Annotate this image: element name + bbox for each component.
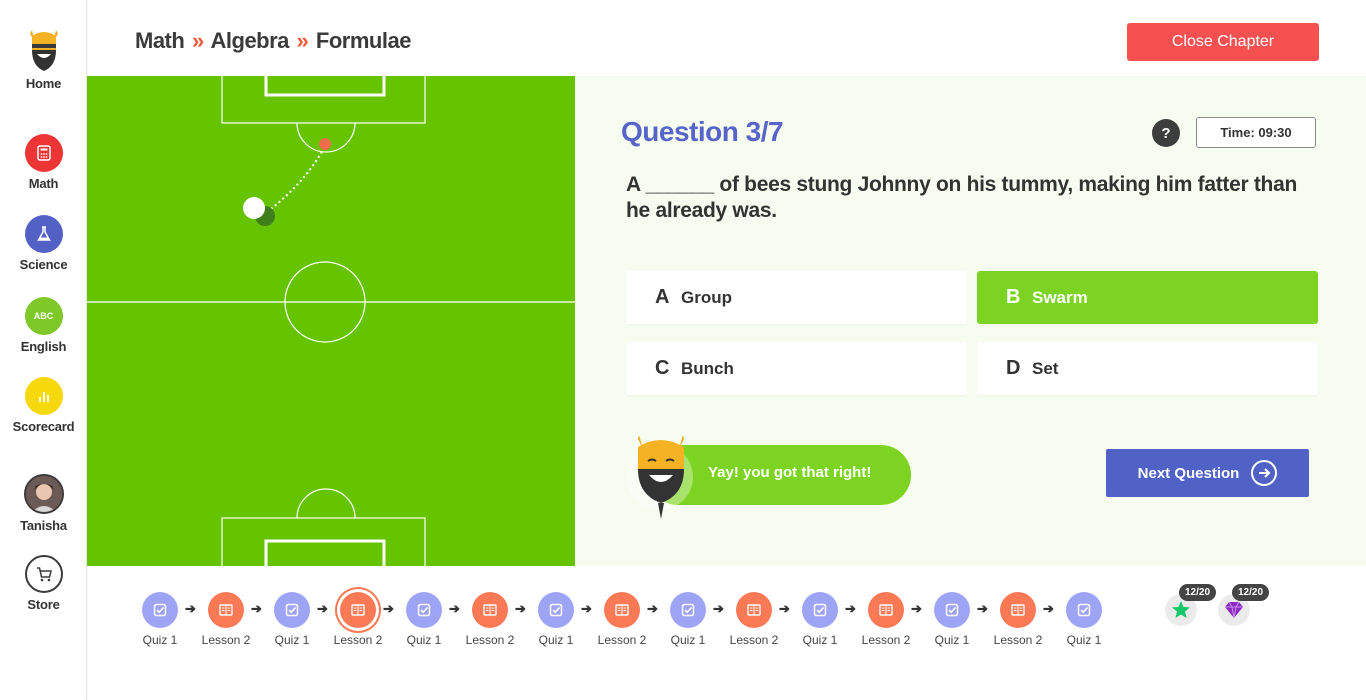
option-label: Group <box>681 287 732 307</box>
cart-icon <box>24 555 63 593</box>
breadcrumb-item: Formulae <box>315 28 412 53</box>
gem-count-badge: 12/20 <box>1232 584 1270 601</box>
field-markings <box>87 76 575 566</box>
feedback-text: Yay! you got that right! <box>708 464 872 481</box>
progress-step-label: Quiz 1 <box>670 633 706 647</box>
option-b[interactable]: B Swarm <box>977 271 1318 324</box>
progress-step-label: Quiz 1 <box>1066 633 1102 647</box>
star-count-badge: 12/20 <box>1179 584 1217 601</box>
question-panel: Question 3/7 ? Time: 09:30 A ______ of b… <box>575 76 1366 566</box>
progress-step-label: Lesson 2 <box>201 633 251 647</box>
progress-step-label: Lesson 2 <box>861 633 911 647</box>
ball <box>243 197 265 219</box>
football-field <box>87 76 575 566</box>
progress-step-label: Lesson 2 <box>993 633 1043 647</box>
option-label: Bunch <box>681 358 734 378</box>
sidebar-item-english[interactable]: ABC English <box>0 297 87 354</box>
progress-step-label: Quiz 1 <box>406 633 442 647</box>
abc-icon: ABC <box>24 297 63 335</box>
quiz-check-icon[interactable] <box>670 592 706 628</box>
calculator-icon <box>24 134 63 172</box>
sidebar-item-profile[interactable]: Tanisha <box>0 474 87 533</box>
mascot-logo-icon <box>29 30 58 71</box>
chapter-progress: Quiz 1 ➔ Lesson 2 ➔ Quiz 1 ➔ Lesson 2 ➔ Quiz 1 ➔ L… <box>88 566 1366 700</box>
breadcrumb-item[interactable]: Math <box>135 28 185 53</box>
progress-step-label: Quiz 1 <box>274 633 310 647</box>
star-icon <box>1172 601 1190 618</box>
progress-step-label: Lesson 2 <box>333 633 383 647</box>
breadcrumb-separator: » <box>191 28 204 53</box>
quiz-check-icon[interactable] <box>1066 592 1102 628</box>
option-letter: D <box>1006 357 1021 379</box>
option-label: Set <box>1032 358 1059 378</box>
breadcrumb-item[interactable]: Algebra <box>211 28 290 53</box>
help-button[interactable]: ? <box>1152 119 1180 147</box>
next-question-button[interactable]: Next Question <box>1106 449 1309 497</box>
next-question-label: Next Question <box>1137 464 1240 482</box>
lesson-book-icon[interactable] <box>1000 592 1036 628</box>
breadcrumb: Math » Algebra » Formulae <box>135 28 411 54</box>
header: Math » Algebra » Formulae Close Chapter <box>88 0 1366 76</box>
sidebar: Home Math Science ABC English Scorecard <box>0 0 87 700</box>
progress-step-label: Lesson 2 <box>465 633 515 647</box>
option-letter: A <box>655 286 670 308</box>
sidebar-item-scorecard[interactable]: Scorecard <box>0 377 87 434</box>
progress-step-label: Quiz 1 <box>802 633 838 647</box>
sidebar-item-store[interactable]: Store <box>0 555 87 612</box>
option-letter: B <box>1006 286 1021 308</box>
lesson-book-icon[interactable] <box>604 592 640 628</box>
lesson-book-icon[interactable] <box>340 592 376 628</box>
mascot-icon <box>627 435 693 519</box>
close-chapter-button[interactable]: Close Chapter <box>1127 23 1319 61</box>
sidebar-item-label: Tanisha <box>20 518 67 533</box>
timer: Time: 09:30 <box>1196 117 1316 148</box>
sidebar-item-label: Home <box>25 76 62 91</box>
lesson-book-icon[interactable] <box>736 592 772 628</box>
quiz-check-icon[interactable] <box>274 592 310 628</box>
lesson-book-icon[interactable] <box>868 592 904 628</box>
option-d[interactable]: D Set <box>977 342 1318 395</box>
sidebar-item-math[interactable]: Math <box>0 134 87 191</box>
lesson-book-icon[interactable] <box>208 592 244 628</box>
quiz-check-icon[interactable] <box>802 592 838 628</box>
progress-step-quiz[interactable]: Quiz 1 <box>1049 592 1119 647</box>
progress-step-label: Quiz 1 <box>934 633 970 647</box>
arrow-right-icon <box>1251 460 1278 486</box>
lesson-book-icon[interactable] <box>472 592 508 628</box>
sidebar-item-label: English <box>20 339 67 354</box>
sidebar-item-science[interactable]: Science <box>0 215 87 272</box>
flask-icon <box>24 215 63 253</box>
sidebar-item-label: Math <box>28 176 59 191</box>
target-dot <box>319 138 331 150</box>
sidebar-item-label: Science <box>19 257 68 272</box>
gem-icon <box>1225 601 1243 619</box>
quiz-check-icon[interactable] <box>538 592 574 628</box>
question-title: Question 3/7 <box>621 116 784 147</box>
sidebar-item-home[interactable]: Home <box>0 26 87 91</box>
progress-step-label: Quiz 1 <box>538 633 574 647</box>
breadcrumb-separator: » <box>296 28 309 53</box>
progress-step-label: Quiz 1 <box>142 633 178 647</box>
progress-step-label: Lesson 2 <box>729 633 779 647</box>
option-letter: C <box>655 357 670 379</box>
sidebar-item-label: Scorecard <box>12 419 75 434</box>
bar-chart-icon <box>24 377 63 415</box>
feedback-banner: Yay! you got that right! <box>626 433 911 519</box>
progress-step-label: Lesson 2 <box>597 633 647 647</box>
quiz-check-icon[interactable] <box>406 592 442 628</box>
app: Home Math Science ABC English Scorecard <box>0 0 1366 700</box>
question-text: A ______ of bees stung Johnny on his tum… <box>626 173 1297 222</box>
sidebar-item-label: Store <box>27 597 60 612</box>
option-a[interactable]: A Group <box>626 271 967 324</box>
quiz-check-icon[interactable] <box>142 592 178 628</box>
option-label: Swarm <box>1032 287 1088 307</box>
quiz-check-icon[interactable] <box>934 592 970 628</box>
avatar <box>23 474 64 514</box>
option-c[interactable]: C Bunch <box>626 342 967 395</box>
